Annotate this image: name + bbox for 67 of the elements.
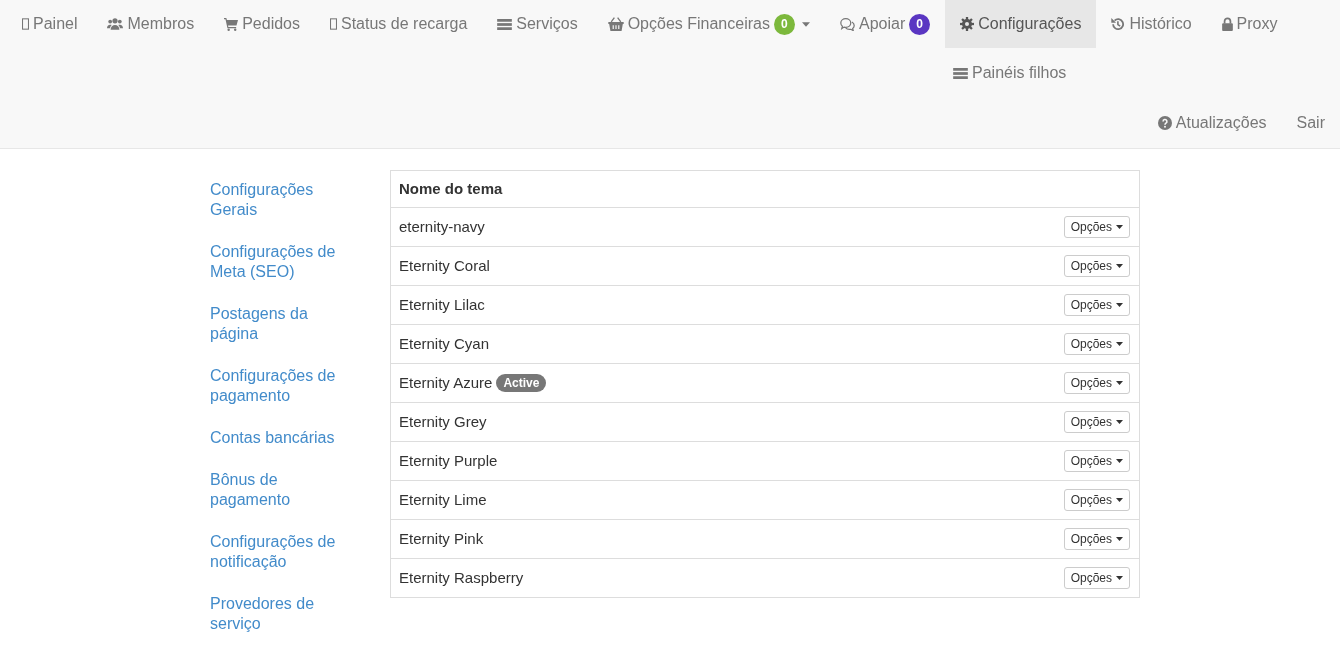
theme-name: Eternity Raspberry (399, 569, 524, 586)
settings-icon (960, 17, 975, 31)
list-icon (497, 18, 513, 30)
sidebar-link[interactable]: Postagens da página (210, 294, 342, 354)
caret-icon (1116, 342, 1123, 346)
missing-glyph-icon (330, 18, 337, 30)
nav-link[interactable]: Apoiar 0 (824, 0, 946, 48)
nav-link[interactable]: Painéis filhos (938, 49, 1082, 97)
nav-link[interactable]: Sair (1281, 99, 1340, 147)
theme-name: Eternity Cyan (399, 335, 490, 352)
caret-icon (1116, 264, 1123, 268)
cart-icon (224, 17, 239, 31)
options-button[interactable]: Opções (1063, 411, 1130, 433)
sidebar-link[interactable]: Configurações de pagamento (210, 356, 342, 416)
nav-link[interactable]: Opções Financeiras 0 (592, 0, 825, 48)
caret-icon (1116, 381, 1123, 385)
options-button[interactable]: Opções (1063, 216, 1130, 238)
nav-link[interactable]: Painel (7, 0, 93, 48)
theme-name: Eternity Lime (399, 491, 487, 508)
options-button[interactable]: Opções (1063, 567, 1130, 589)
clock-arrow-icon (1111, 17, 1126, 31)
caret-icon (1116, 459, 1123, 463)
theme-name: eternity-navy (399, 218, 485, 235)
options-button[interactable]: Opções (1063, 333, 1130, 355)
count-badge: 0 (773, 13, 795, 35)
theme-name: Eternity Azure (399, 374, 493, 391)
caret-icon (1116, 303, 1123, 307)
nav-link[interactable]: Membros (92, 0, 210, 48)
padlock-icon (1221, 17, 1233, 31)
chat-bubbles-icon (839, 17, 855, 31)
sidebar-link[interactable]: Configurações Gerais (210, 170, 342, 230)
caret-icon (1116, 225, 1123, 229)
caret-icon (1116, 576, 1123, 580)
nav-link[interactable]: Proxy (1206, 0, 1293, 48)
sidebar-link[interactable]: Provedores de serviço (210, 584, 342, 644)
nav-link[interactable]: Histórico (1096, 0, 1207, 48)
basket-icon (607, 17, 624, 31)
count-badge: 0 (909, 13, 931, 35)
nav-link[interactable]: Configurações (945, 0, 1097, 48)
nav-link[interactable]: Atualizações (1142, 99, 1282, 147)
options-button[interactable]: Opções (1063, 450, 1130, 472)
sidebar-link[interactable]: Configurações de Meta (SEO) (210, 232, 342, 292)
nav-link[interactable]: Status de recarga (315, 0, 483, 48)
status-badge: Active (496, 374, 547, 392)
caret-icon (1116, 498, 1123, 502)
theme-name: Eternity Pink (399, 530, 484, 547)
sidebar-link[interactable]: Contas bancárias (210, 418, 342, 458)
caret-icon (1116, 537, 1123, 541)
caret-icon (1116, 420, 1123, 424)
list-icon (953, 67, 968, 79)
users-icon (107, 18, 124, 30)
question-circle-icon (1157, 116, 1172, 130)
options-button[interactable]: Opções (1063, 255, 1130, 277)
theme-name: Eternity Purple (399, 452, 498, 469)
theme-name: Eternity Grey (399, 413, 487, 430)
sidebar-link[interactable]: Configurações de notificação (210, 522, 342, 582)
nav-link[interactable]: Pedidos (209, 0, 315, 48)
options-button[interactable]: Opções (1063, 489, 1130, 511)
theme-name: Eternity Coral (399, 257, 490, 274)
theme-name: Eternity Lilac (399, 296, 485, 313)
options-button[interactable]: Opções (1063, 294, 1130, 316)
nav-link[interactable]: Serviços (482, 0, 593, 48)
options-button[interactable]: Opções (1063, 372, 1130, 394)
column-header: Nome do tema (390, 170, 1140, 208)
sidebar-link[interactable]: Bônus de pagamento (210, 460, 342, 520)
missing-glyph-icon (22, 18, 29, 30)
options-button[interactable]: Opções (1063, 528, 1130, 550)
